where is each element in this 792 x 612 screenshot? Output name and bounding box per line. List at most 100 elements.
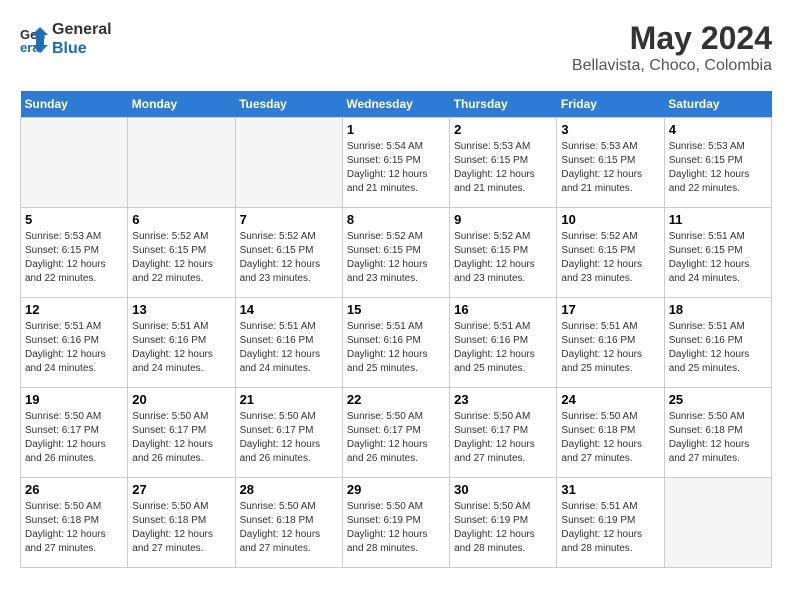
calendar-table: SundayMondayTuesdayWednesdayThursdayFrid… (20, 91, 772, 568)
calendar-cell: 24 Sunrise: 5:50 AM Sunset: 6:18 PM Dayli… (557, 388, 664, 478)
day-info: Sunrise: 5:50 AM Sunset: 6:18 PM Dayligh… (561, 410, 659, 466)
day-info: Sunrise: 5:50 AM Sunset: 6:19 PM Dayligh… (347, 500, 445, 556)
header-cell-saturday: Saturday (664, 91, 771, 118)
day-number: 12 (25, 302, 123, 317)
day-number: 11 (669, 212, 767, 227)
day-info: Sunrise: 5:51 AM Sunset: 6:15 PM Dayligh… (669, 230, 767, 286)
day-info: Sunrise: 5:51 AM Sunset: 6:16 PM Dayligh… (347, 320, 445, 376)
calendar-week-2: 5 Sunrise: 5:53 AM Sunset: 6:15 PM Daylig… (21, 208, 772, 298)
calendar-cell: 12Sunrise: 5:51 AM Sunset: 6:16 PM Dayli… (21, 298, 128, 388)
day-number: 18 (669, 302, 767, 317)
day-info: Sunrise: 5:51 AM Sunset: 6:16 PM Dayligh… (240, 320, 338, 376)
day-number: 10 (561, 212, 659, 227)
calendar-week-5: 26 Sunrise: 5:50 AM Sunset: 6:18 PM Dayli… (21, 478, 772, 568)
calendar-cell: 23 Sunrise: 5:50 AM Sunset: 6:17 PM Dayli… (450, 388, 557, 478)
day-number: 1 (347, 122, 445, 137)
calendar-cell: 10 Sunrise: 5:52 AM Sunset: 6:15 PM Dayli… (557, 208, 664, 298)
header-cell-wednesday: Wednesday (342, 91, 449, 118)
calendar-cell: 20 Sunrise: 5:50 AM Sunset: 6:17 PM Dayli… (128, 388, 235, 478)
day-info: Sunrise: 5:51 AM Sunset: 6:16 PM Dayligh… (561, 320, 659, 376)
day-info: Sunrise: 5:50 AM Sunset: 6:17 PM Dayligh… (25, 410, 123, 466)
calendar-header-row: SundayMondayTuesdayWednesdayThursdayFrid… (21, 91, 772, 118)
day-info: Sunrise: 5:52 AM Sunset: 6:15 PM Dayligh… (240, 230, 338, 286)
day-number: 27 (132, 482, 230, 497)
calendar-cell (21, 118, 128, 208)
calendar-cell (128, 118, 235, 208)
day-info: Sunrise: 5:50 AM Sunset: 6:18 PM Dayligh… (240, 500, 338, 556)
header-cell-tuesday: Tuesday (235, 91, 342, 118)
main-title: May 2024 (572, 20, 772, 57)
day-info: Sunrise: 5:53 AM Sunset: 6:15 PM Dayligh… (669, 140, 767, 196)
day-number: 30 (454, 482, 552, 497)
day-number: 2 (454, 122, 552, 137)
day-info: Sunrise: 5:50 AM Sunset: 6:19 PM Dayligh… (454, 500, 552, 556)
calendar-cell: 27 Sunrise: 5:50 AM Sunset: 6:18 PM Dayli… (128, 478, 235, 568)
day-number: 6 (132, 212, 230, 227)
calendar-week-3: 12 Sunrise: 5:51 AM Sunset: 6:16 PM Dayli… (21, 298, 772, 388)
day-number: 4 (669, 122, 767, 137)
day-number: 17 (561, 302, 659, 317)
calendar-cell: 2 Sunrise: 5:53 AM Sunset: 6:15 PM Daylig… (450, 118, 557, 208)
day-number: 3 (561, 122, 659, 137)
day-number: 22 (347, 392, 445, 407)
calendar-cell: 21Sunrise: 5:50 AM Sunset: 6:17 PM Dayli… (235, 388, 342, 478)
calendar-cell (235, 118, 342, 208)
calendar-cell: 19 Sunrise: 5:50 AM Sunset: 6:17 PM Dayli… (21, 388, 128, 478)
day-number: 16 (454, 302, 552, 317)
subtitle: Bellavista, Choco, Colombia (572, 57, 772, 75)
day-info: Sunrise: 5:52 AM Sunset: 6:15 PM Dayligh… (347, 230, 445, 286)
day-info: Sunrise: 5:50 AM Sunset: 6:18 PM Dayligh… (669, 410, 767, 466)
calendar-cell: 25Sunrise: 5:50 AM Sunset: 6:18 PM Dayli… (664, 388, 771, 478)
day-number: 23 (454, 392, 552, 407)
day-info: Sunrise: 5:50 AM Sunset: 6:17 PM Dayligh… (240, 410, 338, 466)
calendar-body: 1 Sunrise: 5:54 AM Sunset: 6:15 PM Daylig… (21, 118, 772, 568)
calendar-cell (664, 478, 771, 568)
day-info: Sunrise: 5:54 AM Sunset: 6:15 PM Dayligh… (347, 140, 445, 196)
day-info: Sunrise: 5:52 AM Sunset: 6:15 PM Dayligh… (132, 230, 230, 286)
calendar-cell: 11 Sunrise: 5:51 AM Sunset: 6:15 PM Dayli… (664, 208, 771, 298)
day-number: 14 (240, 302, 338, 317)
day-info: Sunrise: 5:50 AM Sunset: 6:18 PM Dayligh… (132, 500, 230, 556)
day-number: 9 (454, 212, 552, 227)
header-cell-thursday: Thursday (450, 91, 557, 118)
day-info: Sunrise: 5:52 AM Sunset: 6:15 PM Dayligh… (561, 230, 659, 286)
logo: Gen eral General Blue (20, 20, 112, 58)
page-header: Gen eral General Blue May 2024 Bellavist… (20, 20, 772, 75)
day-info: Sunrise: 5:53 AM Sunset: 6:15 PM Dayligh… (561, 140, 659, 196)
logo-icon: Gen eral (20, 25, 48, 53)
calendar-cell: 16 Sunrise: 5:51 AM Sunset: 6:16 PM Dayli… (450, 298, 557, 388)
day-info: Sunrise: 5:52 AM Sunset: 6:15 PM Dayligh… (454, 230, 552, 286)
day-info: Sunrise: 5:50 AM Sunset: 6:17 PM Dayligh… (132, 410, 230, 466)
calendar-cell: 1 Sunrise: 5:54 AM Sunset: 6:15 PM Daylig… (342, 118, 449, 208)
day-number: 7 (240, 212, 338, 227)
day-number: 15 (347, 302, 445, 317)
day-number: 26 (25, 482, 123, 497)
day-number: 31 (561, 482, 659, 497)
calendar-cell: 30 Sunrise: 5:50 AM Sunset: 6:19 PM Dayli… (450, 478, 557, 568)
calendar-cell: 29 Sunrise: 5:50 AM Sunset: 6:19 PM Dayli… (342, 478, 449, 568)
day-number: 20 (132, 392, 230, 407)
calendar-cell: 6 Sunrise: 5:52 AM Sunset: 6:15 PM Daylig… (128, 208, 235, 298)
day-number: 5 (25, 212, 123, 227)
calendar-week-4: 19 Sunrise: 5:50 AM Sunset: 6:17 PM Dayli… (21, 388, 772, 478)
day-info: Sunrise: 5:51 AM Sunset: 6:16 PM Dayligh… (669, 320, 767, 376)
day-number: 19 (25, 392, 123, 407)
day-info: Sunrise: 5:53 AM Sunset: 6:15 PM Dayligh… (454, 140, 552, 196)
day-info: Sunrise: 5:50 AM Sunset: 6:17 PM Dayligh… (347, 410, 445, 466)
calendar-week-1: 1 Sunrise: 5:54 AM Sunset: 6:15 PM Daylig… (21, 118, 772, 208)
calendar-cell: 8Sunrise: 5:52 AM Sunset: 6:15 PM Daylig… (342, 208, 449, 298)
day-number: 29 (347, 482, 445, 497)
day-info: Sunrise: 5:50 AM Sunset: 6:18 PM Dayligh… (25, 500, 123, 556)
calendar-cell: 28 Sunrise: 5:50 AM Sunset: 6:18 PM Dayli… (235, 478, 342, 568)
day-info: Sunrise: 5:51 AM Sunset: 6:16 PM Dayligh… (454, 320, 552, 376)
calendar-cell: 4 Sunrise: 5:53 AM Sunset: 6:15 PM Daylig… (664, 118, 771, 208)
day-number: 24 (561, 392, 659, 407)
day-number: 28 (240, 482, 338, 497)
day-number: 13 (132, 302, 230, 317)
day-info: Sunrise: 5:53 AM Sunset: 6:15 PM Dayligh… (25, 230, 123, 286)
day-info: Sunrise: 5:50 AM Sunset: 6:17 PM Dayligh… (454, 410, 552, 466)
calendar-cell: 5 Sunrise: 5:53 AM Sunset: 6:15 PM Daylig… (21, 208, 128, 298)
calendar-cell: 15 Sunrise: 5:51 AM Sunset: 6:16 PM Dayli… (342, 298, 449, 388)
logo-text-blue: Blue (52, 39, 112, 58)
calendar-cell: 26 Sunrise: 5:50 AM Sunset: 6:18 PM Dayli… (21, 478, 128, 568)
